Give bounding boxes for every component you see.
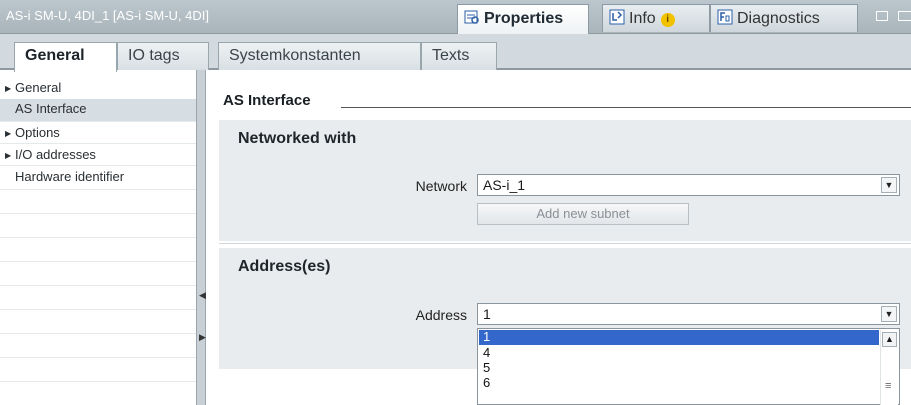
address-dropdown-list[interactable]: 1 4 5 6 ▲ ≡ xyxy=(477,328,900,405)
group-divider xyxy=(219,243,911,244)
nav-item-hardware-identifier[interactable]: Hardware identifier xyxy=(0,167,196,189)
network-value: AS-i_1 xyxy=(483,177,526,193)
networked-with-heading: Networked with xyxy=(238,130,357,147)
address-label: Address xyxy=(415,307,467,323)
tab-io-tags-label: IO tags xyxy=(128,47,180,64)
network-select[interactable]: AS-i_1 ▼ xyxy=(477,174,900,196)
network-label: Network xyxy=(415,178,467,194)
expand-arrow-icon[interactable]: ▶ xyxy=(5,79,15,99)
tab-info-label: Info xyxy=(629,10,656,27)
tab-texts-label: Texts xyxy=(432,47,470,64)
properties-icon xyxy=(464,9,480,25)
chevron-down-icon[interactable]: ▼ xyxy=(881,306,897,322)
collapse-left-arrow-icon[interactable]: ◀ xyxy=(199,290,206,301)
diagnostics-icon xyxy=(717,9,733,25)
divider xyxy=(0,189,196,190)
expand-arrow-icon[interactable]: ▶ xyxy=(5,146,15,166)
scroll-grip-icon[interactable]: ≡ xyxy=(885,380,891,392)
property-content: AS Interface Networked with Network AS-i… xyxy=(206,72,911,405)
addresses-heading: Address(es) xyxy=(238,258,331,275)
divider xyxy=(0,143,196,144)
add-new-subnet-button[interactable]: Add new subnet xyxy=(477,203,689,225)
dropdown-scrollbar[interactable]: ▲ ≡ xyxy=(880,330,898,405)
tab-properties-label: Properties xyxy=(484,10,564,27)
section-title: AS Interface xyxy=(223,92,311,109)
divider xyxy=(0,121,196,122)
divider xyxy=(0,381,196,382)
tab-diagnostics[interactable]: Diagnostics xyxy=(710,4,858,32)
nav-item-general[interactable]: ▶ General xyxy=(0,78,196,100)
address-select[interactable]: 1 ▼ xyxy=(477,303,900,325)
tab-systemkonstanten-label: Systemkonstanten xyxy=(229,47,361,64)
info-badge-icon: i xyxy=(660,13,675,27)
divider xyxy=(0,261,196,262)
nav-item-io-addresses[interactable]: ▶ I/O addresses xyxy=(0,145,196,167)
maximize-icon[interactable] xyxy=(898,11,911,21)
nav-item-as-interface[interactable]: AS Interface xyxy=(0,99,196,121)
restore-icon[interactable] xyxy=(876,11,888,21)
tab-systemkonstanten[interactable]: Systemkonstanten xyxy=(218,42,421,70)
dropdown-option[interactable]: 4 xyxy=(479,346,879,361)
divider xyxy=(0,237,196,238)
expand-arrow-icon[interactable]: ▶ xyxy=(5,124,15,144)
tab-info[interactable]: Info i xyxy=(602,4,710,32)
tab-general-label: General xyxy=(25,47,85,64)
address-value: 1 xyxy=(483,306,491,322)
dropdown-option[interactable]: 1 xyxy=(479,330,879,345)
info-icon xyxy=(609,9,625,25)
divider xyxy=(0,333,196,334)
tab-io-tags[interactable]: IO tags xyxy=(117,42,209,70)
property-tab-row: General IO tags Systemkonstanten Texts xyxy=(0,34,911,72)
title-bar: AS-i SM-U, 4DI_1 [AS-i SM-U, 4DI] Proper… xyxy=(0,0,911,34)
divider xyxy=(0,285,196,286)
scroll-up-icon[interactable]: ▲ xyxy=(882,332,897,347)
divider xyxy=(0,309,196,310)
divider xyxy=(0,357,196,358)
section-rule xyxy=(341,107,911,108)
expand-right-arrow-icon[interactable]: ▶ xyxy=(199,332,206,343)
tab-properties[interactable]: Properties xyxy=(457,4,589,34)
tab-texts[interactable]: Texts xyxy=(421,42,497,70)
window-title: AS-i SM-U, 4DI_1 [AS-i SM-U, 4DI] xyxy=(6,8,209,23)
dropdown-option[interactable]: 5 xyxy=(479,361,879,376)
divider xyxy=(0,213,196,214)
tab-general[interactable]: General xyxy=(14,42,117,72)
panel-splitter[interactable]: ◀ ▶ xyxy=(196,70,206,405)
divider xyxy=(0,165,196,166)
chevron-down-icon[interactable]: ▼ xyxy=(881,177,897,193)
dropdown-option[interactable]: 6 xyxy=(479,376,879,391)
property-navigation: ▶ General AS Interface ▶ Options ▶ I/O addr… xyxy=(0,72,196,405)
tab-diagnostics-label: Diagnostics xyxy=(737,10,820,27)
nav-item-options[interactable]: ▶ Options xyxy=(0,123,196,145)
